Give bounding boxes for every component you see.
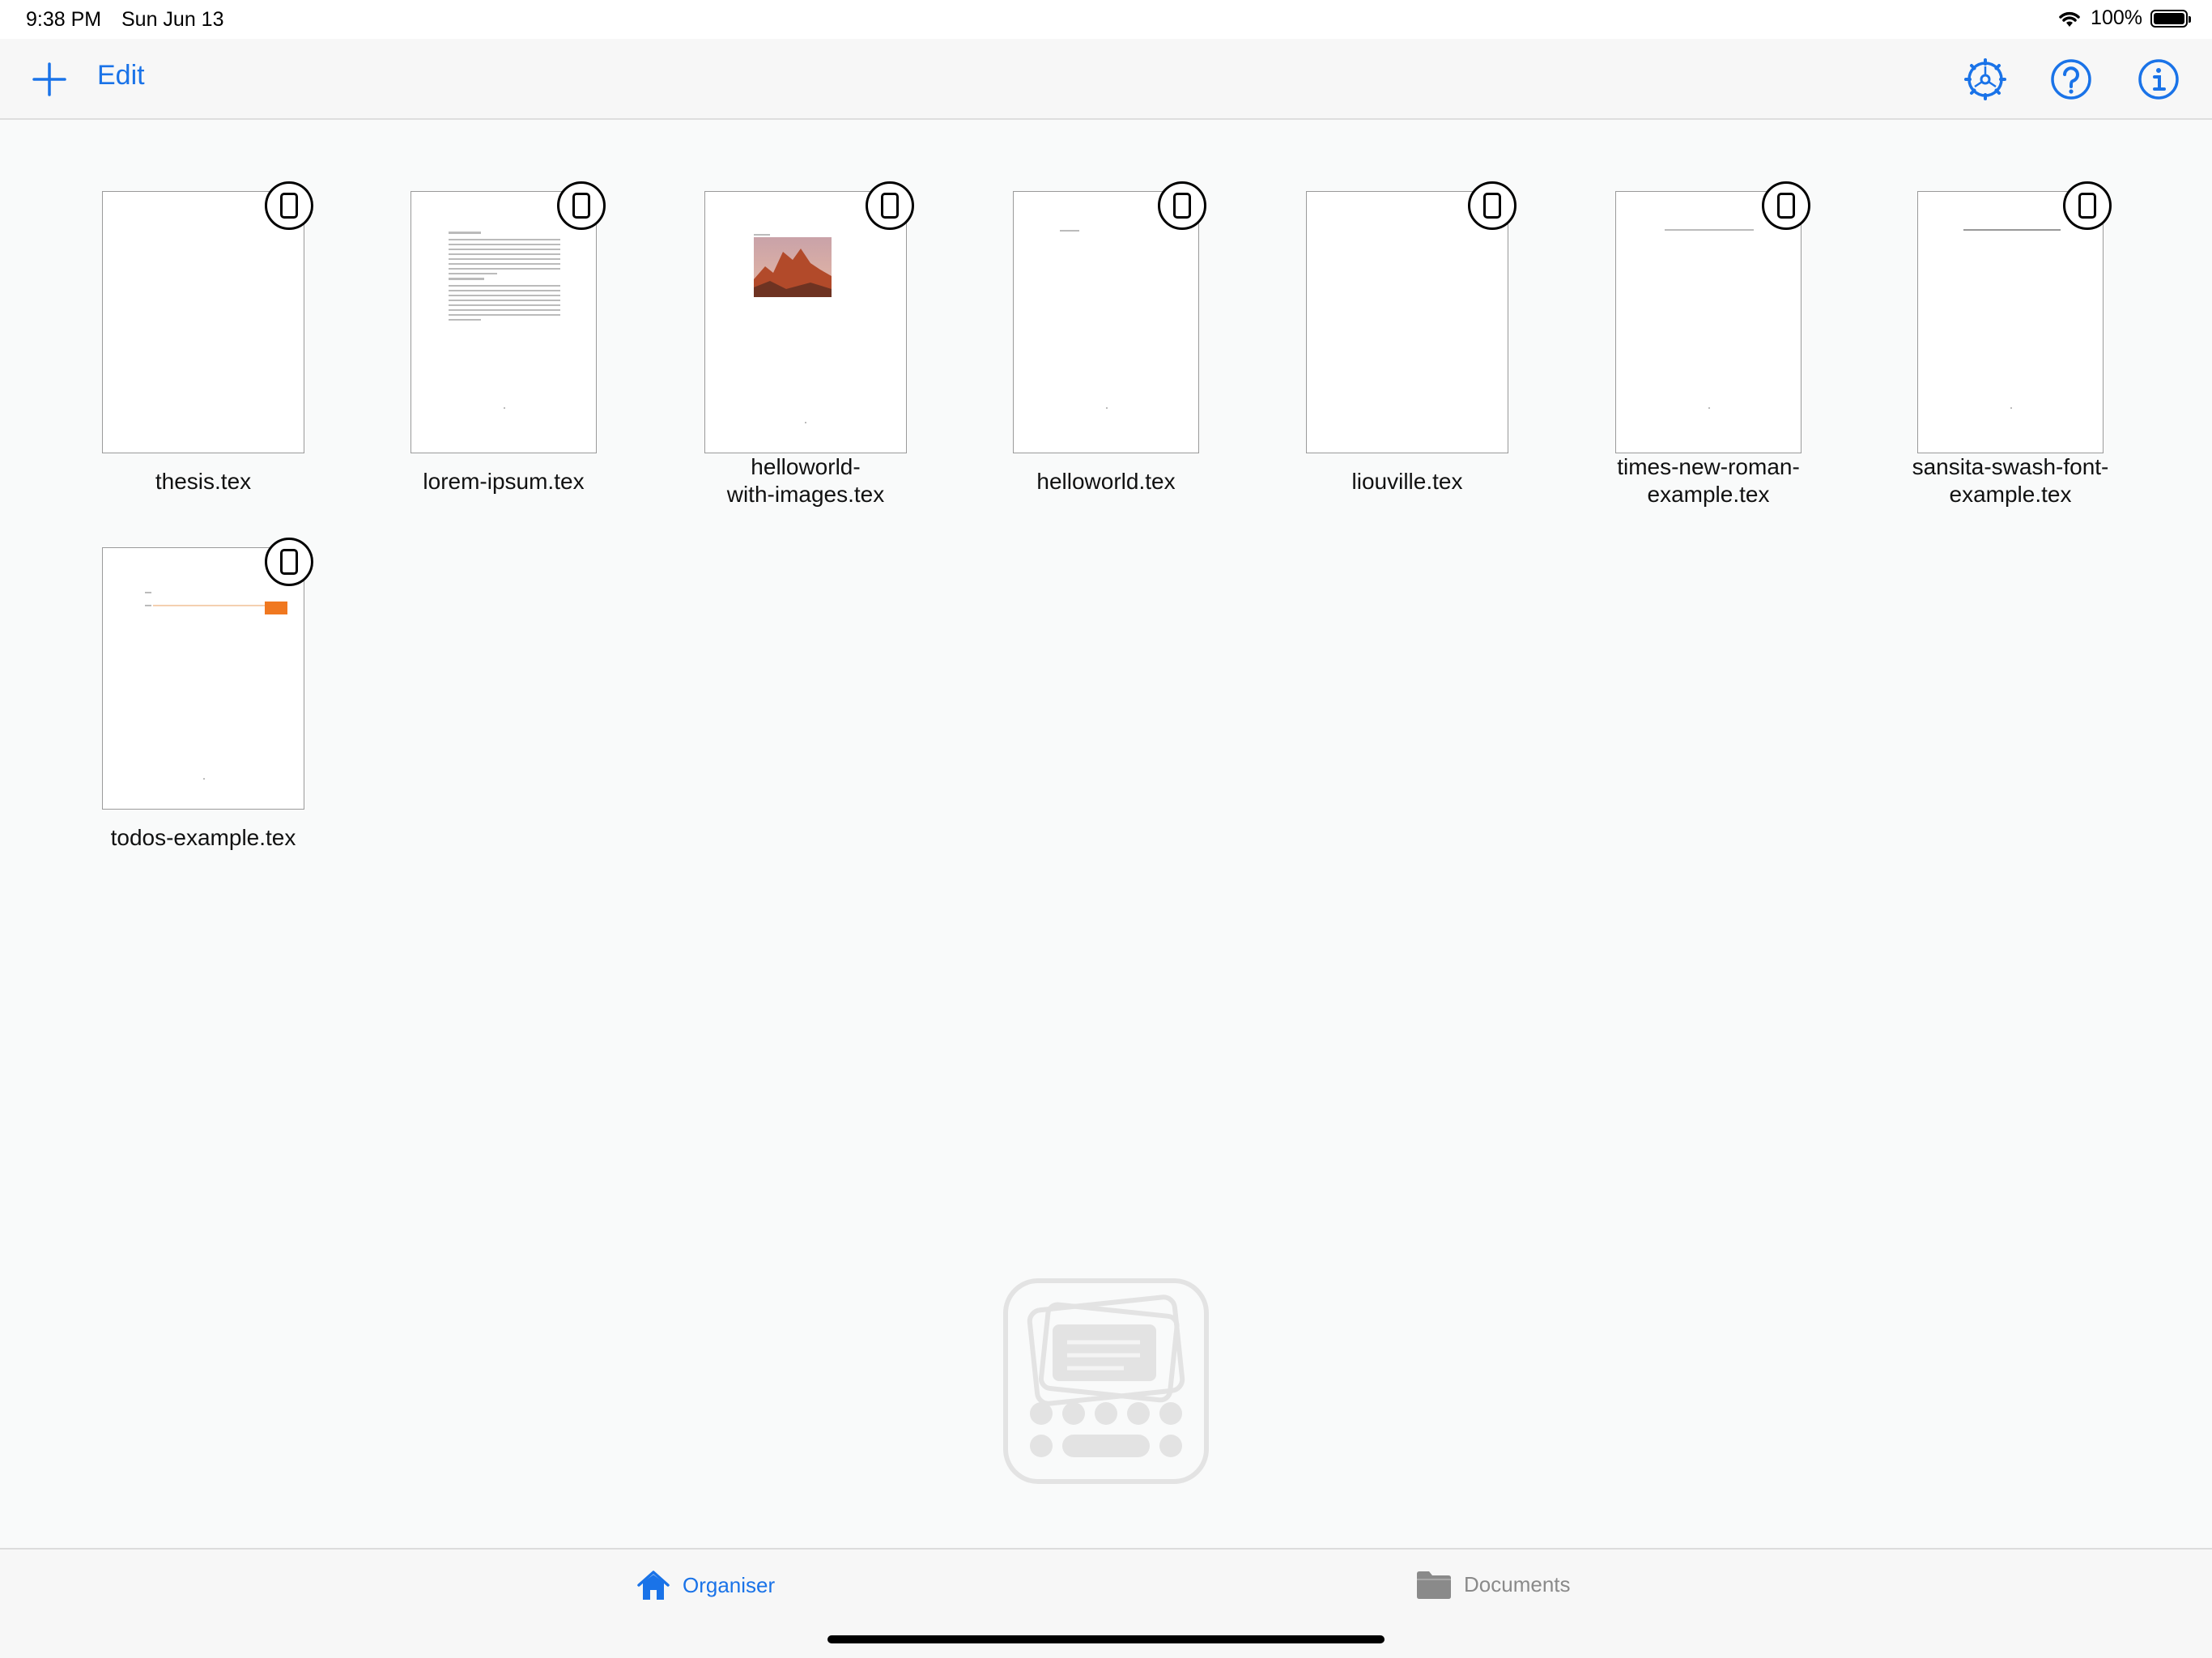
file-thumbnail[interactable] xyxy=(1615,191,1802,453)
image-preview xyxy=(754,234,832,423)
text-preview xyxy=(1665,229,1754,409)
settings-gear-icon[interactable] xyxy=(1963,57,2008,102)
device-badge-icon[interactable] xyxy=(557,181,606,230)
edit-button[interactable]: Edit xyxy=(97,60,145,91)
file-name: helloworld.tex xyxy=(1036,469,1176,494)
file-thumbnail[interactable] xyxy=(102,547,304,810)
file-name: times-new-roman- example.tex xyxy=(1617,454,1800,507)
wifi-icon xyxy=(2059,11,2080,27)
folder-icon xyxy=(1417,1571,1451,1599)
device-badge-icon[interactable] xyxy=(866,181,914,230)
file-name: helloworld- with-images.tex xyxy=(726,454,885,507)
device-badge-icon[interactable] xyxy=(265,538,313,586)
help-icon[interactable] xyxy=(2048,57,2094,102)
file-name: lorem-ipsum.tex xyxy=(423,469,585,494)
device-badge-icon[interactable] xyxy=(1468,181,1516,230)
status-bar: 9:38 PM Sun Jun 13 100% xyxy=(0,0,2212,39)
tab-organiser-label: Organiser xyxy=(683,1572,776,1597)
file-name: thesis.tex xyxy=(155,469,252,494)
todo-preview xyxy=(145,592,287,780)
status-date: Sun Jun 13 xyxy=(121,8,224,31)
tab-documents-label: Documents xyxy=(1464,1571,1571,1596)
device-badge-icon[interactable] xyxy=(1762,181,1810,230)
file-name: todos-example.tex xyxy=(110,825,296,850)
text-preview xyxy=(449,232,560,409)
home-indicator[interactable] xyxy=(827,1635,1385,1643)
text-preview xyxy=(1963,229,2061,409)
plus-icon[interactable] xyxy=(31,61,68,98)
status-indicators: 100% xyxy=(2057,6,2191,30)
house-icon xyxy=(637,1571,670,1600)
file-thumbnail[interactable] xyxy=(1917,191,2104,453)
file-name: sansita-swash-font- example.tex xyxy=(1912,454,2109,507)
status-time: 9:38 PM xyxy=(26,8,102,31)
text-preview xyxy=(1060,230,1108,409)
file-thumbnail[interactable] xyxy=(704,191,907,453)
file-thumbnail[interactable] xyxy=(410,191,597,453)
info-icon[interactable] xyxy=(2136,57,2181,102)
file-thumbnail[interactable] xyxy=(1013,191,1199,453)
tab-organiser[interactable]: Organiser xyxy=(636,1569,775,1601)
battery-icon xyxy=(2150,9,2191,28)
app-logo-watermark-icon xyxy=(1003,1278,1209,1484)
file-name: liouville.tex xyxy=(1351,469,1463,494)
file-thumbnail[interactable] xyxy=(1306,191,1508,453)
device-badge-icon[interactable] xyxy=(1158,181,1206,230)
tab-documents[interactable]: Documents xyxy=(1415,1569,1571,1600)
device-badge-icon[interactable] xyxy=(2063,181,2112,230)
battery-percent: 100% xyxy=(2091,6,2142,29)
file-thumbnail[interactable] xyxy=(102,191,304,453)
toolbar: Edit xyxy=(0,39,2212,120)
device-badge-icon[interactable] xyxy=(265,181,313,230)
